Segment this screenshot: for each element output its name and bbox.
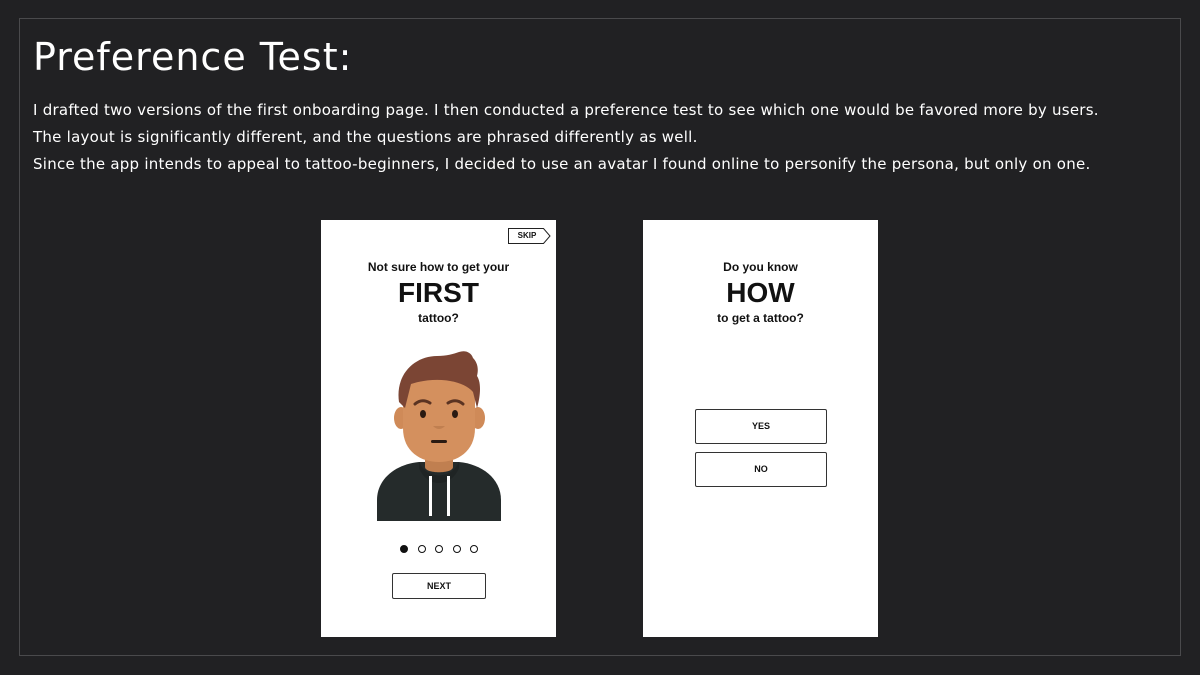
question-emphasis: HOW: [726, 277, 795, 308]
pagination-dot-3[interactable]: [435, 545, 443, 553]
onboarding-mockup-version-a: SKIP Not sure how to get your FIRST tatt…: [321, 220, 556, 637]
onboarding-mockup-version-b: Do you know HOW to get a tattoo? YES NO: [643, 220, 878, 637]
description-line-2: The layout is significantly different, a…: [33, 128, 698, 146]
description-line-1: I drafted two versions of the first onbo…: [33, 101, 1099, 119]
no-button[interactable]: NO: [695, 452, 827, 487]
question-suffix: to get a tattoo?: [717, 311, 804, 325]
skip-label: SKIP: [517, 231, 537, 240]
question-emphasis: FIRST: [398, 277, 479, 308]
pagination-dot-4[interactable]: [453, 545, 461, 553]
pagination-dot-2[interactable]: [418, 545, 426, 553]
yes-button[interactable]: YES: [695, 409, 827, 444]
persona-avatar-icon: [377, 351, 501, 521]
page-title: Preference Test:: [33, 35, 353, 79]
pagination-dot-5[interactable]: [470, 545, 478, 553]
next-button[interactable]: NEXT: [392, 573, 486, 599]
description-line-3: Since the app intends to appeal to tatto…: [33, 155, 1091, 173]
pagination-dot-1[interactable]: [400, 545, 408, 553]
question-prefix: Not sure how to get your: [367, 260, 510, 274]
question-prefix: Do you know: [723, 260, 798, 274]
question-suffix: tattoo?: [418, 311, 459, 325]
skip-button[interactable]: SKIP: [508, 228, 551, 244]
